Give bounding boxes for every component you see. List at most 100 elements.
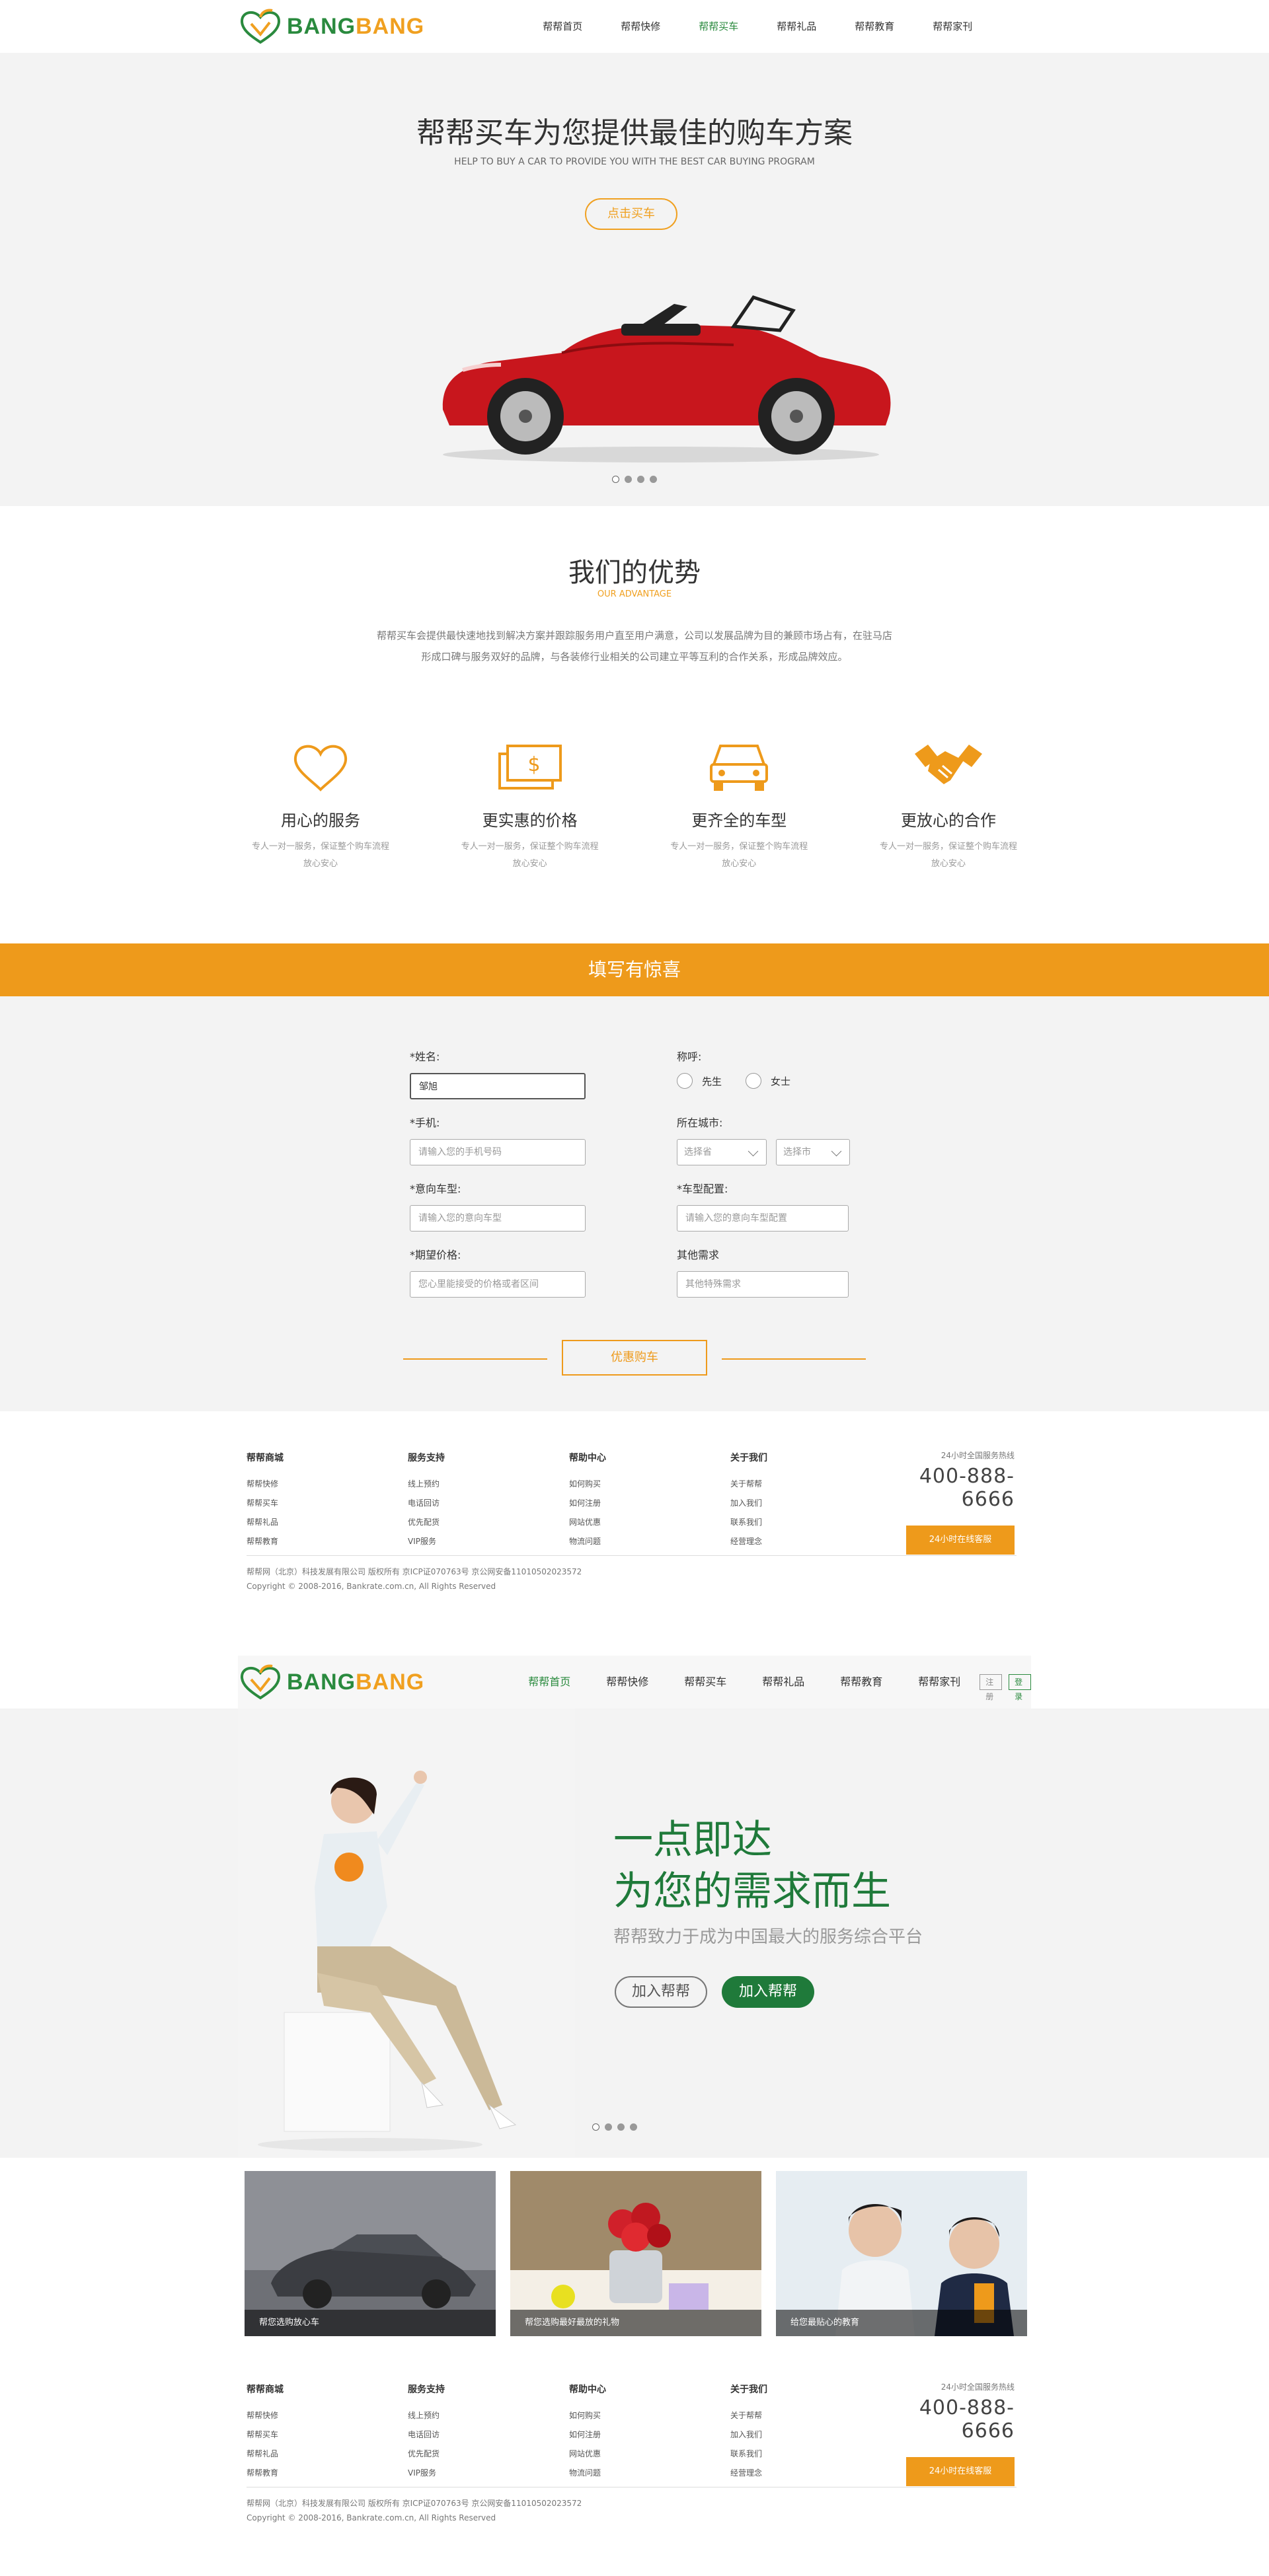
footer-link[interactable]: 线上预约 — [408, 2406, 569, 2425]
footer-link[interactable]: 网站优惠 — [569, 1513, 730, 1532]
card-car[interactable]: 帮您选购放心车 — [245, 2171, 496, 2336]
logo[interactable]: BANGBANG — [238, 1664, 424, 1701]
footer-link[interactable]: 帮帮教育 — [247, 2464, 408, 2483]
slider-dot[interactable] — [617, 2123, 625, 2131]
footer-link[interactable]: 线上预约 — [408, 1475, 569, 1494]
footer-column: 帮助中心 如何购买 如何注册 网站优惠 物流问题 — [569, 1451, 730, 1551]
footer-column: 帮帮商城 帮帮快修 帮帮买车 帮帮礼品 帮帮教育 — [247, 2382, 408, 2483]
phone-input[interactable]: 请输入您的手机号码 — [410, 1139, 586, 1165]
nav-item-repair[interactable]: 帮帮快修 — [601, 0, 679, 53]
slider-dot[interactable] — [637, 476, 644, 483]
footer-link[interactable]: VIP服务 — [408, 1532, 569, 1551]
advantage-item: 更齐全的车型 专人一对一服务，保证整个购车流程 放心安心 — [653, 731, 825, 873]
footer-link[interactable]: 经营理念 — [730, 2464, 892, 2483]
phone-label: *手机: — [410, 1117, 440, 1129]
footer-link[interactable]: 帮帮快修 — [247, 2406, 408, 2425]
nav-item-home[interactable]: 帮帮首页 — [510, 1656, 588, 1709]
register-button[interactable]: 注册 — [980, 1674, 1003, 1701]
footer-link[interactable]: 电话回访 — [408, 2425, 569, 2445]
footer-link[interactable]: 物流问题 — [569, 1532, 730, 1551]
logo[interactable]: BANGBANG — [238, 8, 424, 45]
slider-dot[interactable] — [605, 2123, 612, 2131]
slider-dot[interactable] — [630, 2123, 637, 2131]
footer-link[interactable]: 帮帮礼品 — [247, 1513, 408, 1532]
footer-link[interactable]: 电话回访 — [408, 1494, 569, 1513]
footer-column: 服务支持 线上预约 电话回访 优先配货 VIP服务 — [408, 2382, 569, 2483]
nav-item-education[interactable]: 帮帮教育 — [835, 0, 913, 53]
join-button-filled[interactable]: 加入帮帮 — [722, 1976, 814, 2008]
footer-link[interactable]: 网站优惠 — [569, 2445, 730, 2464]
feature-cards: 帮您选购放心车 帮您选购最好最放的礼物 给您最贴心的教育 — [0, 2158, 1269, 2343]
nav-item-repair[interactable]: 帮帮快修 — [588, 1656, 666, 1709]
nav-item-education[interactable]: 帮帮教育 — [822, 1656, 900, 1709]
model-input[interactable]: 请输入您的意向车型 — [410, 1205, 586, 1232]
footer-link[interactable]: 关于帮帮 — [730, 1475, 892, 1494]
footer-column: 帮帮商城 帮帮快修 帮帮买车 帮帮礼品 帮帮教育 — [247, 1451, 408, 1551]
main-nav: 帮帮首页 帮帮快修 帮帮买车 帮帮礼品 帮帮教育 帮帮家刊 — [523, 0, 991, 53]
radio-circle[interactable] — [746, 1073, 762, 1089]
woman-holding-orange-image — [238, 1709, 575, 2158]
city-select[interactable]: 选择市 — [776, 1139, 850, 1165]
footer-link[interactable]: 经营理念 — [730, 1532, 892, 1551]
footer-link[interactable]: 优先配货 — [408, 2445, 569, 2464]
slider-dot[interactable] — [625, 476, 632, 483]
footer-column-title: 关于我们 — [730, 2384, 767, 2395]
footer-link[interactable]: 如何注册 — [569, 2425, 730, 2445]
footer-column: 帮助中心 如何购买 如何注册 网站优惠 物流问题 — [569, 2382, 730, 2483]
nav-item-gifts[interactable]: 帮帮礼品 — [744, 1656, 822, 1709]
footer-column-title: 服务支持 — [408, 2384, 445, 2395]
online-service-button[interactable]: 24小时在线客服 — [906, 1526, 1015, 1555]
slider-dot[interactable] — [612, 476, 619, 483]
card-gift[interactable]: 帮您选购最好最放的礼物 — [510, 2171, 761, 2336]
slider-dot[interactable] — [650, 476, 657, 483]
footer-link[interactable]: 优先配货 — [408, 1513, 569, 1532]
divider-line — [403, 1358, 547, 1360]
footer-link[interactable]: 关于帮帮 — [730, 2406, 892, 2425]
logo-mark — [240, 1664, 281, 1700]
footer-2: 帮帮商城 帮帮快修 帮帮买车 帮帮礼品 帮帮教育 服务支持 线上预约 电话回访 … — [0, 2343, 1269, 2561]
other-input[interactable]: 其他特殊需求 — [677, 1271, 849, 1298]
nav-item-magazine[interactable]: 帮帮家刊 — [913, 0, 991, 53]
card-education[interactable]: 给您最贴心的教育 — [776, 2171, 1027, 2336]
footer-link[interactable]: VIP服务 — [408, 2464, 569, 2483]
footer-link[interactable]: 如何购买 — [569, 2406, 730, 2425]
buy-car-button[interactable]: 点击买车 — [585, 198, 677, 230]
footer: 帮帮商城 帮帮快修 帮帮买车 帮帮礼品 帮帮教育 服务支持 线上预约 电话回访 … — [0, 1411, 1269, 1629]
footer-link[interactable]: 如何注册 — [569, 1494, 730, 1513]
footer-link[interactable]: 帮帮买车 — [247, 1494, 408, 1513]
advantage-item: $ 更实惠的价格 专人一对一服务，保证整个购车流程 放心安心 — [444, 731, 616, 873]
footer-link[interactable]: 帮帮教育 — [247, 1532, 408, 1551]
radio-mr[interactable]: 先生 — [677, 1073, 722, 1089]
nav-item-home[interactable]: 帮帮首页 — [523, 0, 601, 53]
footer-link[interactable]: 帮帮买车 — [247, 2425, 408, 2445]
nav-item-buy-car[interactable]: 帮帮买车 — [679, 0, 757, 53]
nav-item-magazine[interactable]: 帮帮家刊 — [900, 1656, 978, 1709]
footer-link[interactable]: 物流问题 — [569, 2464, 730, 2483]
footer-link[interactable]: 加入我们 — [730, 1494, 892, 1513]
footer-link[interactable]: 帮帮快修 — [247, 1475, 408, 1494]
login-button[interactable]: 登录 — [1009, 1674, 1031, 1701]
hero-banner-car: 帮帮买车为您提供最佳的购车方案 HELP TO BUY A CAR TO PRO… — [0, 53, 1269, 506]
join-button-outline[interactable]: 加入帮帮 — [615, 1976, 707, 2008]
name-input[interactable]: 邹旭 — [410, 1073, 586, 1099]
province-select[interactable]: 选择省 — [677, 1139, 767, 1165]
radio-ms[interactable]: 女士 — [746, 1073, 790, 1089]
hotline-number: 400-888-6666 — [919, 1465, 1015, 1511]
footer-link[interactable]: 如何购买 — [569, 1475, 730, 1494]
radio-circle[interactable] — [677, 1073, 693, 1089]
slider-dot[interactable] — [592, 2123, 599, 2131]
footer-link[interactable]: 帮帮礼品 — [247, 2445, 408, 2464]
price-input[interactable]: 您心里能接受的价格或者区间 — [410, 1271, 586, 1298]
footer-link[interactable]: 联系我们 — [730, 1513, 892, 1532]
hero-slider-dots-visible — [0, 476, 1269, 483]
radio-label: 女士 — [771, 1075, 791, 1087]
footer-link[interactable]: 加入我们 — [730, 2425, 892, 2445]
name-label: *姓名: — [410, 1050, 440, 1063]
nav-item-buy-car[interactable]: 帮帮买车 — [666, 1656, 744, 1709]
nav-item-gifts[interactable]: 帮帮礼品 — [757, 0, 835, 53]
submit-button[interactable]: 优惠购车 — [562, 1340, 707, 1376]
online-service-button[interactable]: 24小时在线客服 — [906, 2457, 1015, 2486]
config-input[interactable]: 请输入您的意向车型配置 — [677, 1205, 849, 1232]
hero-title: 帮帮买车为您提供最佳的购车方案 — [416, 116, 853, 150]
footer-link[interactable]: 联系我们 — [730, 2445, 892, 2464]
